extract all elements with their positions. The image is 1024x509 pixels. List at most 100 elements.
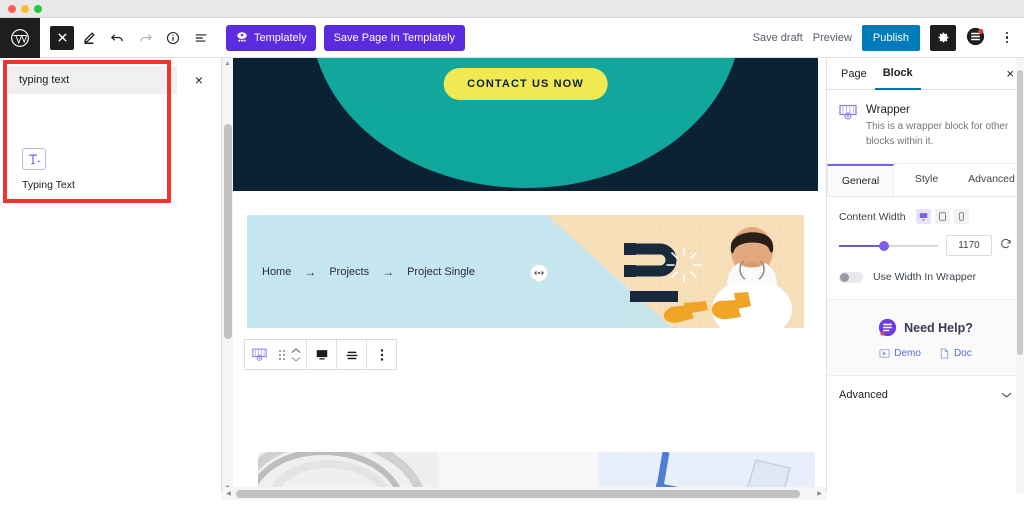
essential-addons-icon	[878, 318, 897, 337]
chevron-down-icon	[291, 356, 301, 362]
breadcrumb-item-home[interactable]: Home	[262, 266, 291, 278]
publish-button[interactable]: Publish	[861, 24, 920, 51]
align-icon[interactable]	[337, 349, 366, 361]
chevron-up-icon	[291, 347, 301, 353]
wrapper-block[interactable]: Home → Projects → Project Single	[233, 191, 818, 328]
use-width-in-wrapper-row: Use Width In Wrapper	[827, 262, 1024, 300]
content-width-control: Content Width 1170	[827, 197, 1024, 262]
breadcrumb-separator-icon: →	[304, 264, 317, 279]
advanced-section-label: Advanced	[839, 389, 888, 401]
kebab-menu-icon[interactable]	[367, 348, 396, 362]
list-view-icon[interactable]	[188, 25, 214, 51]
advanced-section-header[interactable]: Advanced	[827, 376, 1024, 414]
need-help-links: Demo Doc	[827, 348, 1024, 359]
need-help-title: Need Help?	[904, 320, 973, 335]
doc-link-label: Doc	[953, 348, 972, 359]
chevron-down-icon	[1001, 392, 1012, 398]
breadcrumb-item-projects[interactable]: Projects	[329, 266, 369, 278]
responsive-device-switcher	[915, 209, 969, 224]
window-minimize-button[interactable]	[21, 4, 29, 13]
settings-tabs: Page Block ×	[827, 58, 1024, 90]
content-width-header: Content Width	[839, 209, 1012, 224]
scroll-left-arrow[interactable]: ◀	[222, 490, 235, 497]
canvas-horizontal-scrollbar[interactable]: ◀ ▶	[222, 487, 826, 500]
wrapper-block-icon	[839, 104, 857, 120]
toolbar-right-group: Save draft Preview Publish	[753, 24, 1024, 51]
mobile-icon[interactable]	[953, 209, 969, 224]
settings-sub-tabs: General Style Advanced	[827, 164, 1024, 197]
close-icon[interactable]: ×	[177, 58, 221, 102]
essential-addons-icon[interactable]	[966, 27, 988, 49]
sub-tab-advanced[interactable]: Advanced	[959, 164, 1024, 196]
sub-tab-general[interactable]: General	[827, 164, 894, 196]
demo-link-label: Demo	[894, 348, 921, 359]
magnet-illustration	[624, 215, 799, 328]
move-block-arrows[interactable]	[290, 347, 306, 363]
breadcrumb-item-project-single[interactable]: Project Single	[407, 266, 475, 278]
desktop-icon[interactable]	[915, 209, 931, 224]
redo-icon[interactable]	[132, 25, 158, 51]
content-width-label: Content Width	[839, 210, 906, 223]
window-close-button[interactable]	[8, 4, 16, 13]
save-draft-button[interactable]: Save draft	[753, 32, 803, 44]
inserter-header: typing text ×	[0, 58, 221, 102]
demo-icon	[879, 349, 890, 358]
wrapper-block-icon[interactable]	[245, 348, 274, 361]
contact-us-button[interactable]: CONTACT US NOW	[443, 68, 608, 100]
more-options-icon[interactable]	[998, 31, 1016, 44]
vertical-scroll-thumb[interactable]	[223, 124, 232, 339]
settings-vertical-scrollbar[interactable]	[1016, 58, 1024, 493]
window-titlebar	[0, 0, 1024, 18]
edit-tool-icon[interactable]	[76, 25, 102, 51]
horizontal-scroll-thumb[interactable]	[236, 489, 800, 498]
block-item-typing-text[interactable]: Typing Text	[22, 148, 84, 191]
save-page-in-templately-label: Save Page In Templately	[333, 31, 456, 44]
hero-section: CONTACT US NOW	[233, 58, 818, 191]
scroll-right-arrow[interactable]: ▶	[813, 490, 826, 497]
editor-toolbar: Templately Save Page In Templately Save …	[0, 17, 1024, 58]
demo-link[interactable]: Demo	[879, 348, 921, 359]
canvas-vertical-scrollbar[interactable]: ▲ ▼	[222, 58, 233, 493]
content-width-slider[interactable]	[839, 239, 938, 253]
scroll-up-arrow[interactable]: ▲	[222, 58, 233, 69]
block-info: Wrapper This is a wrapper block for othe…	[827, 90, 1024, 164]
wordpress-logo-icon[interactable]	[0, 17, 40, 58]
need-help-header: Need Help?	[827, 318, 1024, 337]
reset-icon[interactable]	[1000, 238, 1012, 253]
templately-button[interactable]: Templately	[226, 24, 316, 51]
doc-icon	[940, 348, 949, 359]
window-maximize-button[interactable]	[34, 4, 42, 13]
block-info-text: Wrapper This is a wrapper block for othe…	[866, 104, 1012, 149]
tab-page[interactable]: Page	[833, 58, 875, 90]
settings-scroll-thumb[interactable]	[1017, 70, 1023, 355]
tablet-icon[interactable]	[934, 209, 950, 224]
display-block-icon[interactable]	[307, 348, 336, 361]
drag-handle-icon[interactable]	[274, 349, 290, 361]
breadcrumb-banner: Home → Projects → Project Single	[247, 215, 804, 328]
undo-icon[interactable]	[104, 25, 130, 51]
block-title: Wrapper	[866, 104, 910, 116]
block-toolbar	[244, 339, 397, 370]
editor-canvas: CONTACT US NOW Home → Projects → Project…	[222, 58, 826, 493]
save-page-in-templately-button[interactable]: Save Page In Templately	[323, 24, 466, 51]
horizontal-resize-handle[interactable]	[530, 264, 548, 282]
preview-button[interactable]: Preview	[813, 32, 852, 44]
settings-gear-icon[interactable]	[930, 24, 956, 51]
content-width-slider-row: 1170	[839, 235, 1012, 256]
use-width-in-wrapper-toggle[interactable]	[839, 271, 863, 283]
block-description: This is a wrapper block for other blocks…	[866, 121, 1009, 147]
sub-tab-style[interactable]: Style	[894, 164, 959, 196]
info-icon[interactable]	[160, 25, 186, 51]
doc-link[interactable]: Doc	[939, 348, 972, 359]
block-toolbar-group-1	[245, 340, 307, 369]
close-inserter-button[interactable]	[50, 25, 74, 50]
settings-sidebar: Page Block × Wrapper This is a wrapper b…	[826, 58, 1024, 493]
breadcrumb: Home → Projects → Project Single	[247, 265, 475, 279]
toolbar-icon-group	[40, 25, 214, 51]
block-toolbar-group-4	[367, 340, 396, 369]
content-width-value[interactable]: 1170	[946, 235, 992, 256]
tab-block[interactable]: Block	[874, 58, 921, 90]
publish-button-label: Publish	[872, 31, 909, 44]
search-input[interactable]: typing text	[8, 66, 177, 94]
block-inserter-panel: typing text × Typing Text	[0, 58, 222, 493]
